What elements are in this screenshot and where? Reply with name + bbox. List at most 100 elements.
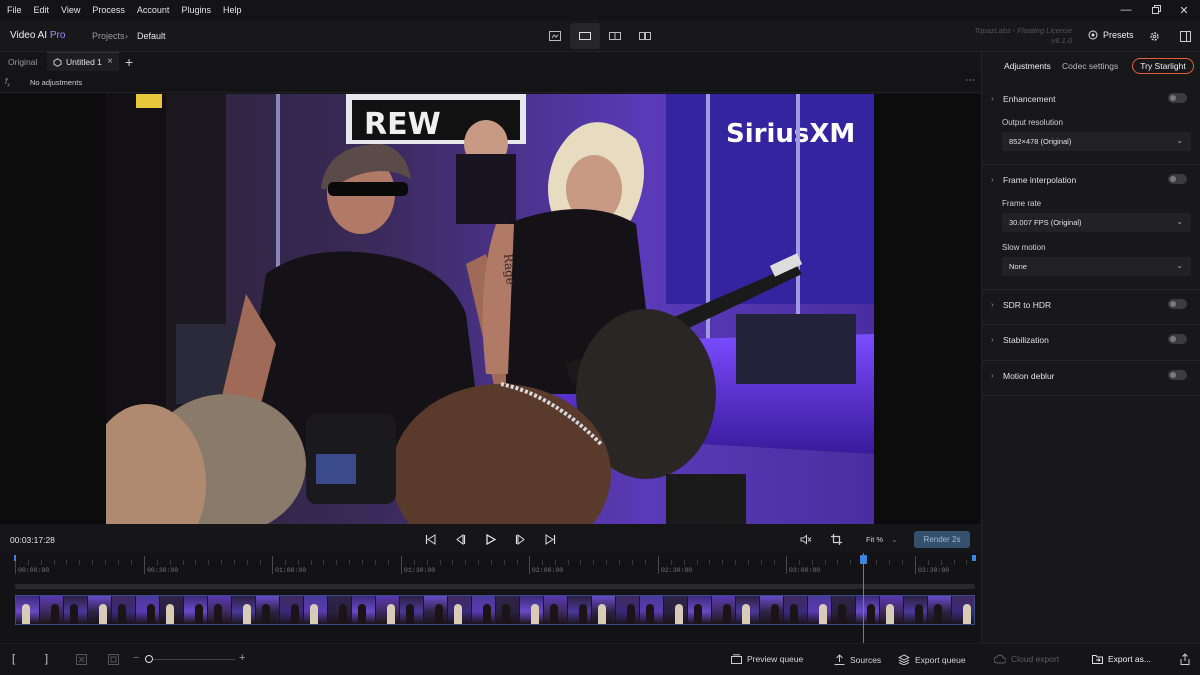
motion-deblur-toggle[interactable] — [1168, 370, 1187, 380]
slow-motion-select[interactable]: None ⌄ — [1002, 257, 1191, 276]
thumbnail-figure — [435, 604, 443, 624]
menu-edit[interactable]: Edit — [28, 5, 56, 15]
next-frame-icon[interactable] — [512, 531, 528, 547]
cloud-export-label: Cloud export — [1011, 654, 1060, 664]
cloud-export-button[interactable]: Cloud export — [994, 654, 1059, 664]
menu-account[interactable]: Account — [131, 5, 176, 15]
trim-selection-icon[interactable] — [108, 654, 119, 667]
add-tab-icon[interactable]: + — [125, 52, 133, 71]
try-starlight-button[interactable]: Try Starlight — [1132, 58, 1194, 74]
chevron-right-icon[interactable]: › — [991, 371, 994, 380]
chevron-right-icon[interactable]: › — [991, 94, 994, 103]
thumbnail-figure — [406, 604, 414, 624]
thumbnail-figure — [819, 604, 827, 624]
timeline-zoom-handle[interactable] — [145, 655, 153, 663]
ruler-minor-tick — [517, 560, 518, 565]
export-as-button[interactable]: Export as... — [1092, 654, 1151, 664]
playhead[interactable] — [860, 553, 867, 643]
output-resolution-select[interactable]: 852×478 (Original) ⌄ — [1002, 132, 1191, 151]
banner-text: REW — [364, 107, 441, 142]
menu-process[interactable]: Process — [86, 5, 131, 15]
render-button[interactable]: Render 2s — [914, 531, 970, 548]
chevron-right-icon[interactable]: › — [991, 300, 994, 309]
timeline-scrubber[interactable] — [15, 584, 975, 589]
minimize-icon[interactable]: — — [1110, 0, 1142, 20]
frame-rate-select[interactable]: 30.007 FPS (Original) ⌄ — [1002, 213, 1191, 232]
ruler-minor-tick — [170, 560, 171, 565]
sdr-to-hdr-title[interactable]: SDR to HDR — [1003, 300, 1051, 310]
video-track[interactable] — [15, 595, 975, 625]
out-marker[interactable] — [972, 555, 976, 561]
toggle-panel-icon[interactable] — [1177, 28, 1193, 44]
ruler-minor-tick — [157, 560, 158, 565]
export-queue-button[interactable]: Export queue — [898, 654, 966, 665]
adjustments-status-row: fx No adjustments ⋯ — [0, 71, 981, 93]
zoom-select[interactable]: Fit % ⌄ — [866, 535, 897, 544]
project-cube-icon — [53, 57, 62, 67]
settings-gear-icon[interactable] — [1146, 28, 1162, 44]
breadcrumb-projects[interactable]: Projects — [92, 31, 125, 41]
license-text: TopazLabs - Floating License — [974, 26, 1072, 35]
filmstrip-thumbnail — [232, 596, 256, 624]
thumbnail-figure — [99, 604, 107, 624]
presets-label: Presets — [1103, 30, 1134, 40]
timeline-ruler[interactable]: 00:00:00 00:30:00 01:00:00 01:30:00 02:00:00… — [15, 553, 975, 577]
filmstrip-thumbnail — [472, 596, 496, 624]
close-tab-icon[interactable]: × — [107, 52, 113, 71]
ruler-major-tick — [272, 556, 273, 574]
menu-help[interactable]: Help — [217, 5, 248, 15]
single-view-icon[interactable] — [540, 23, 570, 49]
play-icon[interactable] — [482, 531, 498, 547]
mute-volume-icon[interactable] — [798, 531, 814, 547]
more-options-icon[interactable]: ⋯ — [965, 75, 976, 86]
enhancement-toggle[interactable] — [1168, 93, 1187, 103]
filmstrip-thumbnail — [136, 596, 160, 624]
crop-icon[interactable] — [828, 531, 844, 547]
menu-view[interactable]: View — [55, 5, 86, 15]
preview-queue-button[interactable]: Preview queue — [731, 654, 803, 664]
filmstrip-thumbnail — [568, 596, 592, 624]
stabilization-toggle[interactable] — [1168, 334, 1187, 344]
tab-original[interactable]: Original — [8, 52, 37, 71]
motion-deblur-title[interactable]: Motion deblur — [1003, 371, 1055, 381]
filmstrip-thumbnail — [208, 596, 232, 624]
tab-original-label: Original — [8, 56, 38, 67]
timeline-zoom-slider[interactable] — [145, 659, 235, 660]
frame-interpolation-title[interactable]: Frame interpolation — [1003, 175, 1076, 185]
toolbar: Video AI Pro Projects › Default TopazLab… — [0, 20, 1200, 52]
skip-to-end-icon[interactable] — [542, 531, 558, 547]
in-marker[interactable] — [14, 555, 16, 561]
frame-interpolation-toggle[interactable] — [1168, 174, 1187, 184]
close-window-icon[interactable]: ✕ — [1168, 0, 1200, 20]
set-in-point-icon[interactable]: [ — [12, 653, 15, 665]
enhancement-title[interactable]: Enhancement — [1003, 94, 1055, 104]
menu-plugins[interactable]: Plugins — [175, 5, 217, 15]
chevron-right-icon[interactable]: › — [991, 335, 994, 344]
presets-button[interactable]: Presets — [1088, 30, 1134, 40]
ruler-minor-tick — [966, 560, 967, 565]
split-view-icon[interactable] — [600, 23, 630, 49]
clear-in-out-icon[interactable] — [76, 654, 87, 667]
thumbnail-figure — [502, 604, 510, 624]
playhead-handle[interactable] — [860, 555, 867, 564]
chevron-right-icon[interactable]: › — [991, 175, 994, 184]
sources-button[interactable]: Sources — [834, 654, 881, 665]
thumbnail-figure — [579, 604, 587, 624]
fit-view-icon[interactable] — [570, 23, 600, 49]
share-icon[interactable] — [1180, 653, 1190, 667]
previous-frame-icon[interactable] — [452, 531, 468, 547]
menu-file[interactable]: File — [0, 5, 28, 15]
zoom-out-icon[interactable]: − — [133, 652, 139, 664]
layers-icon — [898, 654, 910, 665]
ruler-minor-tick — [799, 560, 800, 565]
sdr-to-hdr-toggle[interactable] — [1168, 299, 1187, 309]
tab-codec-settings[interactable]: Codec settings — [1062, 61, 1118, 71]
skip-to-start-icon[interactable] — [422, 531, 438, 547]
video-preview[interactable]: REW SiriusXM Rage — [106, 94, 874, 524]
timeline[interactable]: 00:00:00 00:30:00 01:00:00 01:30:00 02:00:00… — [0, 553, 981, 643]
side-by-side-view-icon[interactable] — [630, 23, 660, 49]
zoom-in-icon[interactable]: + — [239, 652, 245, 664]
set-out-point-icon[interactable]: ] — [45, 653, 48, 665]
tab-adjustments[interactable]: Adjustments — [1004, 61, 1051, 71]
stabilization-title[interactable]: Stabilization — [1003, 335, 1049, 345]
